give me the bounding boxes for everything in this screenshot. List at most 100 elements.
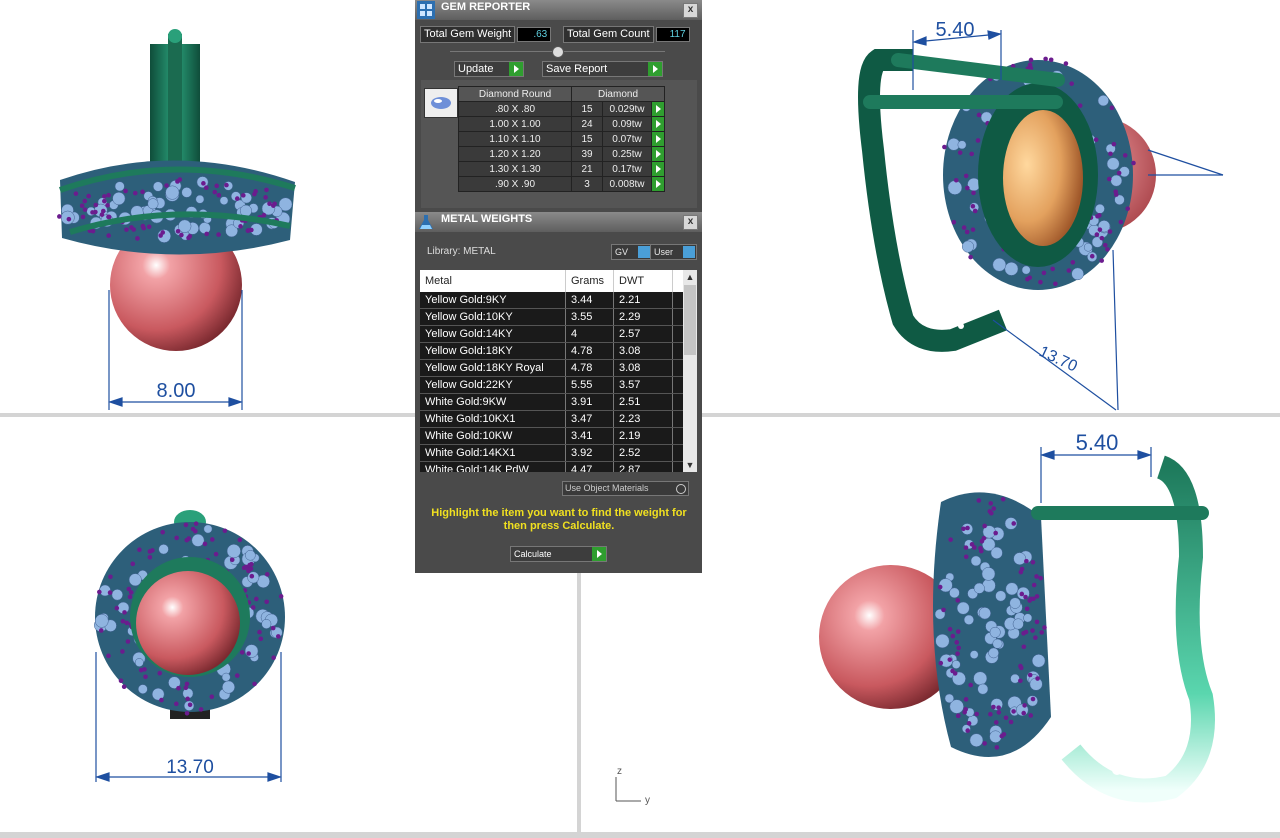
gem-table-cell: 0.008tw [602, 176, 652, 192]
collapse-toggle-icon[interactable] [552, 46, 564, 58]
gem-table-cell: 1.10 X 1.10 [458, 131, 572, 147]
metal-row[interactable]: White Gold:14K PdW 4.47 2.87 [420, 462, 697, 472]
metal-cell: Yellow Gold:14KY [420, 326, 566, 342]
play-icon [592, 547, 606, 561]
gv-toggle[interactable]: GV [611, 244, 652, 260]
metal-cell: 3.55 [566, 309, 614, 325]
gem-table-cell: 1.00 X 1.00 [458, 116, 572, 132]
gem-table-row[interactable]: 1.20 X 1.20 39 0.25tw [458, 146, 665, 162]
metal-row[interactable]: Yellow Gold:22KY 5.55 3.57 [420, 377, 697, 394]
metal-list-header: Metal Grams DWT [420, 270, 697, 292]
use-object-materials-toggle[interactable]: Use Object Materials [562, 481, 689, 496]
scroll-thumb[interactable] [684, 285, 696, 355]
metal-list[interactable]: Metal Grams DWT Yellow Gold:9KY 3.44 2.21 Y… [420, 270, 697, 472]
dimension-label: 13.70 [166, 757, 214, 778]
metal-cell: 2.52 [614, 445, 673, 461]
flask-icon [417, 213, 435, 231]
update-button[interactable]: Update [454, 61, 524, 77]
metal-cell: 2.51 [614, 394, 673, 410]
viewport-bottom-border [0, 832, 1280, 838]
metal-row[interactable]: Yellow Gold:14KY 4 2.57 [420, 326, 697, 343]
scroll-up-icon[interactable]: ▲ [683, 270, 697, 284]
column-header[interactable]: Grams [566, 270, 614, 292]
column-header[interactable]: DWT [614, 270, 673, 292]
total-weight-label: Total Gem Weight [420, 26, 516, 43]
metal-cell: 3.47 [566, 411, 614, 427]
dimension-label: 13.70 [1036, 343, 1080, 375]
metal-cell: 2.29 [614, 309, 673, 325]
calculate-button[interactable]: Calculate [510, 546, 607, 562]
scroll-down-icon[interactable]: ▼ [683, 458, 697, 472]
play-icon[interactable] [651, 101, 665, 117]
gem-table-row[interactable]: .90 X .90 3 0.008tw [458, 176, 665, 192]
gem-table-cell: 21 [571, 161, 603, 177]
earring-post [863, 95, 1063, 109]
gem-table-cell: 1.20 X 1.20 [458, 146, 572, 162]
metal-row[interactable]: White Gold:10KX1 3.47 2.23 [420, 411, 697, 428]
play-icon[interactable] [651, 176, 665, 192]
gem-table: Diamond Round Diamond .80 X .80 15 0.029tw… [458, 86, 665, 192]
diamond-icon[interactable] [424, 88, 458, 118]
gem-reporter-titlebar[interactable]: GEM REPORTER x [415, 0, 702, 20]
play-icon [509, 62, 523, 76]
gem-table-cell: 15 [571, 101, 603, 117]
metal-cell: 3.08 [614, 360, 673, 376]
play-icon [648, 62, 662, 76]
metal-cell: 3.08 [614, 343, 673, 359]
user-label: User [654, 247, 674, 257]
metal-cell: 4.78 [566, 360, 614, 376]
gem-table-cell: 15 [571, 131, 603, 147]
metal-row[interactable]: Yellow Gold:18KY Royal 4.78 3.08 [420, 360, 697, 377]
calculate-label: Calculate [514, 549, 552, 559]
gem-reporter-panel: GEM REPORTER x Total Gem Weight .63 Tota… [415, 0, 702, 212]
gem-table-row[interactable]: 1.30 X 1.30 21 0.17tw [458, 161, 665, 177]
metal-weights-titlebar[interactable]: METAL WEIGHTS x [415, 212, 702, 232]
info-icon [638, 246, 650, 258]
metal-cell: 4.78 [566, 343, 614, 359]
save-report-button[interactable]: Save Report [542, 61, 663, 77]
metal-row[interactable]: Yellow Gold:18KY 4.78 3.08 [420, 343, 697, 360]
library-label: Library: METAL [427, 246, 496, 257]
gem-table-cell: 39 [571, 146, 603, 162]
play-icon[interactable] [651, 116, 665, 132]
gem-table-cell: .80 X .80 [458, 101, 572, 117]
metal-cell: Yellow Gold:10KY [420, 309, 566, 325]
metal-cell: 3.92 [566, 445, 614, 461]
close-icon[interactable]: x [683, 3, 698, 18]
radio-icon [676, 484, 686, 494]
dimension-label: 5.40 [1076, 430, 1119, 455]
gem-table-cell: 0.07tw [602, 131, 652, 147]
metal-cell: White Gold:10KX1 [420, 411, 566, 427]
viewport-perspective[interactable]: 5.40 13.70 [703, 0, 1280, 413]
metal-cell: White Gold:9KW [420, 394, 566, 410]
metal-cell: 2.57 [614, 326, 673, 342]
close-icon[interactable]: x [683, 215, 698, 230]
metal-row[interactable]: White Gold:14KX1 3.92 2.52 [420, 445, 697, 462]
gv-label: GV [615, 247, 629, 257]
metal-row[interactable]: Yellow Gold:10KY 3.55 2.29 [420, 309, 697, 326]
scrollbar[interactable]: ▲ ▼ [683, 270, 697, 472]
play-icon[interactable] [651, 146, 665, 162]
use-object-materials-label: Use Object Materials [565, 483, 649, 493]
column-header[interactable]: Metal [420, 270, 566, 292]
gem-table-row[interactable]: 1.00 X 1.00 24 0.09tw [458, 116, 665, 132]
metal-cell: 2.87 [614, 462, 673, 472]
metal-row[interactable]: White Gold:9KW 3.91 2.51 [420, 394, 697, 411]
gem-table-cell: .90 X .90 [458, 176, 572, 192]
axis-z-label: z [617, 766, 622, 777]
play-icon[interactable] [651, 161, 665, 177]
metal-cell: 2.21 [614, 292, 673, 308]
earring-post [1031, 506, 1209, 520]
metal-cell: 2.19 [614, 428, 673, 444]
metal-row[interactable]: White Gold:10KW 3.41 2.19 [420, 428, 697, 445]
metal-cell: White Gold:14K PdW [420, 462, 566, 472]
update-label: Update [458, 63, 494, 75]
viewport-front[interactable]: 8.00 [0, 0, 414, 413]
pearl [136, 571, 240, 675]
gem-table-row[interactable]: 1.10 X 1.10 15 0.07tw [458, 131, 665, 147]
metal-cell: 4 [566, 326, 614, 342]
gem-table-row[interactable]: .80 X .80 15 0.029tw [458, 101, 665, 117]
metal-row[interactable]: Yellow Gold:9KY 3.44 2.21 [420, 292, 697, 309]
play-icon[interactable] [651, 131, 665, 147]
user-toggle[interactable]: User [650, 244, 697, 260]
